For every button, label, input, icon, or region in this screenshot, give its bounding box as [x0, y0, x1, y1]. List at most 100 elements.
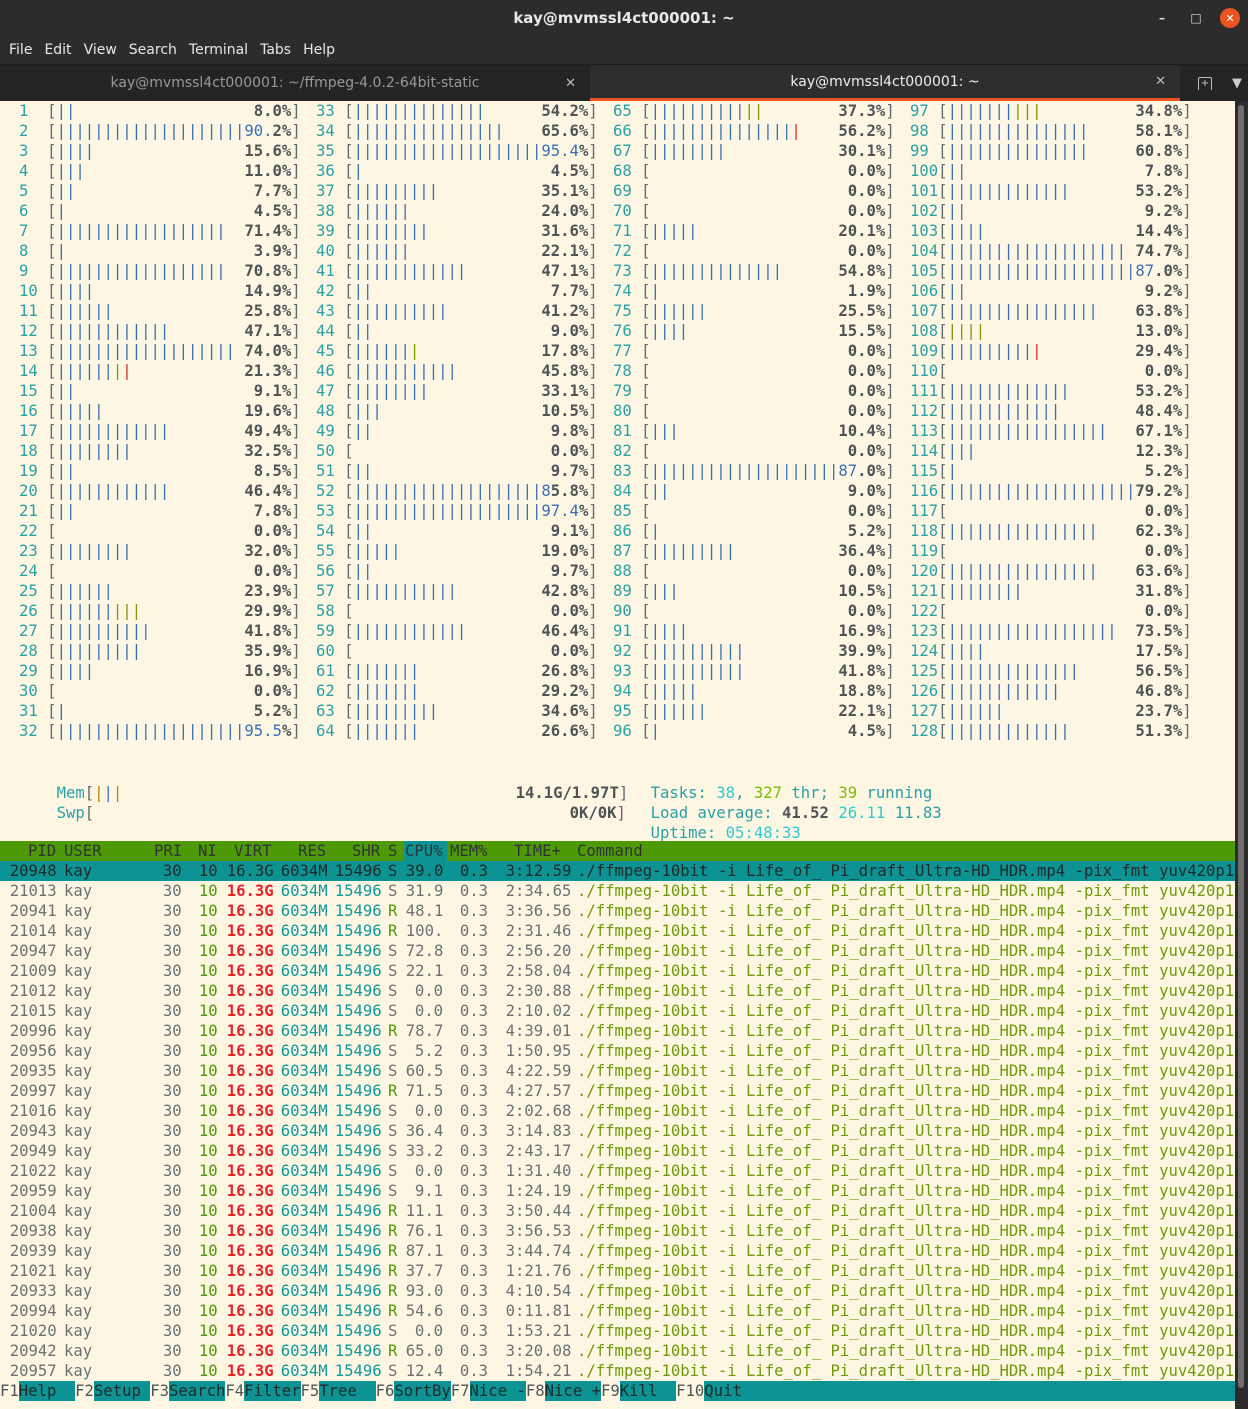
fkey-f5[interactable]: F5 [301, 1381, 320, 1401]
process-row[interactable]: 20938 kay 30 10 16.3G 6034M 15496 R 76.1 0.3 3:56.… [0, 1221, 1235, 1241]
process-row[interactable]: 21009 kay 30 10 16.3G 6034M 15496 S 22.1 0.3 2:58.… [0, 961, 1235, 981]
process-command: ./ffmpeg-10bit -i Life_of_ Pi_draft_Ultr… [577, 1042, 1235, 1060]
column-header-user[interactable]: USER [64, 841, 102, 861]
process-state: R [388, 902, 398, 920]
process-row[interactable]: 20943 kay 30 10 16.3G 6034M 15496 S 36.4 0.3 3:14.… [0, 1121, 1235, 1141]
fkey-f2-setup-button[interactable]: Setup [93, 1381, 151, 1401]
cpu-number: 97 [910, 102, 939, 120]
process-row[interactable]: 20941 kay 30 10 16.3G 6034M 15496 R 48.1 0.3 3:36.… [0, 901, 1235, 921]
menu-edit[interactable]: Edit [39, 42, 76, 58]
process-mem: 0.3 [459, 1282, 489, 1300]
menu-view[interactable]: View [79, 42, 122, 58]
fkey-f8[interactable]: F8 [526, 1381, 545, 1401]
process-row[interactable]: 20942 kay 30 10 16.3G 6034M 15496 R 65.0 0.3 3:20.… [0, 1341, 1235, 1361]
column-header-pid[interactable]: PID [28, 841, 56, 861]
close-icon[interactable]: ✕ [1220, 8, 1240, 28]
fkey-f1[interactable]: F1 [0, 1381, 19, 1401]
process-row[interactable]: 20935 kay 30 10 16.3G 6034M 15496 S 60.5 0.3 4:22.… [0, 1061, 1235, 1081]
process-row[interactable]: 21004 kay 30 10 16.3G 6034M 15496 R 11.1 0.3 3:50.… [0, 1201, 1235, 1221]
process-row[interactable]: 20994 kay 30 10 16.3G 6034M 15496 R 54.6 0.3 0:11.… [0, 1301, 1235, 1321]
fkey-f4-filter-button[interactable]: Filter [244, 1381, 301, 1401]
process-row[interactable]: 20956 kay 30 10 16.3G 6034M 15496 S 5.2 0.3 1:50.9… [0, 1041, 1235, 1061]
column-header-res[interactable]: RES [298, 841, 326, 861]
menu-terminal[interactable]: Terminal [184, 42, 253, 58]
fkey-f4[interactable]: F4 [225, 1381, 244, 1401]
process-row[interactable]: 21013 kay 30 10 16.3G 6034M 15496 S 31.9 0.3 2:34.… [0, 881, 1235, 901]
fkey-f10-quit-button[interactable]: Quit [704, 1381, 742, 1401]
process-virt: 16.3G [226, 882, 274, 900]
process-row[interactable]: 20947 kay 30 10 16.3G 6034M 15496 S 72.8 0.3 2:56.… [0, 941, 1235, 961]
fkey-f9[interactable]: F9 [601, 1381, 620, 1401]
process-time: 1:54.21 [505, 1362, 572, 1380]
fkey-f6-sortby-button[interactable]: SortBy [394, 1381, 451, 1401]
process-row[interactable]: 21014 kay 30 10 16.3G 6034M 15496 R 100. 0.3 2:31.… [0, 921, 1235, 941]
meter-bracket: [ [938, 342, 948, 360]
process-state: R [388, 1282, 398, 1300]
process-command: ./ffmpeg-10bit -i Life_of_ Pi_draft_Ultr… [577, 902, 1235, 920]
fkey-f10[interactable]: F10 [676, 1381, 704, 1401]
fkey-f1-help-button[interactable]: Help [18, 1381, 76, 1401]
meter-bracket: [ [641, 422, 651, 440]
column-header-pri[interactable]: PRI [154, 841, 182, 861]
cpu-usage-bar: ||||||| [353, 682, 420, 700]
fkey-f8-nice-button[interactable]: Nice + [544, 1381, 601, 1401]
process-ni: 10 [198, 1042, 218, 1060]
process-row[interactable]: 21016 kay 30 10 16.3G 6034M 15496 S 0.0 0.3 2:02.6… [0, 1101, 1235, 1121]
fkey-f9-kill-button[interactable]: Kill [619, 1381, 677, 1401]
column-header-ni[interactable]: NI [198, 841, 217, 861]
process-user: kay [64, 1342, 93, 1360]
cpu-percent: 9.2% [1144, 202, 1183, 220]
fkey-f7[interactable]: F7 [451, 1381, 470, 1401]
process-row[interactable]: 20949 kay 30 10 16.3G 6034M 15496 S 33.2 0.3 2:43.… [0, 1141, 1235, 1161]
tab-ffmpeg-dir[interactable]: kay@mvmssl4ct000001: ~/ffmpeg-4.0.2-64bi… [0, 65, 590, 101]
column-header-shr[interactable]: SHR [352, 841, 380, 861]
tab-label: kay@mvmssl4ct000001: ~ [790, 73, 980, 90]
process-row[interactable]: 21020 kay 30 10 16.3G 6034M 15496 S 0.0 0.3 1:53.2… [0, 1321, 1235, 1341]
process-row[interactable]: 20997 kay 30 10 16.3G 6034M 15496 R 71.5 0.3 4:27.… [0, 1081, 1235, 1101]
new-tab-icon[interactable]: + [1198, 76, 1212, 90]
process-row[interactable]: 20959 kay 30 10 16.3G 6034M 15496 S 9.1 0.3 1:24.1… [0, 1181, 1235, 1201]
tab-menu-chevron-down-icon[interactable]: ▼ [1232, 76, 1242, 91]
fkey-f5-tree-button[interactable]: Tree [319, 1381, 376, 1401]
maximize-icon[interactable]: □ [1186, 8, 1206, 28]
process-row[interactable]: 20939 kay 30 10 16.3G 6034M 15496 R 87.1 0.3 3:44.… [0, 1241, 1235, 1261]
process-res: 6034M [280, 1142, 328, 1160]
process-row[interactable]: 20948 kay 30 10 16.3G 6034M 15496 S 39.0 0.3 3:12.… [0, 861, 1235, 881]
process-row[interactable]: 21012 kay 30 10 16.3G 6034M 15496 S 0.0 0.3 2:30.8… [0, 981, 1235, 1001]
menu-file[interactable]: File [4, 42, 37, 58]
fkey-f3[interactable]: F3 [150, 1381, 169, 1401]
process-row[interactable]: 20996 kay 30 10 16.3G 6034M 15496 R 78.7 0.3 4:39.… [0, 1021, 1235, 1041]
tab-close-icon[interactable]: ✕ [1155, 74, 1166, 89]
column-header-cmd[interactable]: Command [577, 841, 643, 861]
process-pid: 20943 [9, 1122, 57, 1140]
process-shr: 15496 [334, 1182, 382, 1200]
cpu-number: 38 [316, 202, 345, 220]
process-row[interactable]: 20957 kay 30 10 16.3G 6034M 15496 S 12.4 0.3 1:54.… [0, 1361, 1235, 1381]
cpu-percent: 23.7% [1135, 702, 1183, 720]
menu-help[interactable]: Help [298, 42, 340, 58]
menu-search[interactable]: Search [124, 42, 182, 58]
process-row[interactable]: 21022 kay 30 10 16.3G 6034M 15496 S 0.0 0.3 1:31.4… [0, 1161, 1235, 1181]
scrollbar[interactable] [1235, 101, 1248, 1409]
fkey-f2[interactable]: F2 [75, 1381, 94, 1401]
process-row[interactable]: 21021 kay 30 10 16.3G 6034M 15496 R 37.7 0.3 1:21.… [0, 1261, 1235, 1281]
column-header-cpu[interactable]: CPU% [404, 841, 447, 861]
fkey-f7-nice-button[interactable]: Nice - [469, 1381, 526, 1401]
tab-close-icon[interactable]: ✕ [565, 76, 576, 91]
cpu-percent: 47.1% [244, 322, 292, 340]
process-row[interactable]: 20933 kay 30 10 16.3G 6034M 15496 R 93.0 0.3 4:10.… [0, 1281, 1235, 1301]
fkey-f6[interactable]: F6 [376, 1381, 395, 1401]
cpu-meter: 47 [|||||||| 33.1%] [316, 381, 598, 401]
fkey-f3-search-button[interactable]: Search [169, 1381, 226, 1401]
column-header-time[interactable]: TIME+ [514, 841, 561, 861]
menu-tabs[interactable]: Tabs [255, 42, 296, 58]
scrollbar-thumb[interactable] [1238, 105, 1244, 1388]
terminal-viewport[interactable]: 1 [|| 8.0%] 2 [||||||||||||||||||||90.2%]… [0, 101, 1235, 1409]
column-header-s[interactable]: S [388, 841, 397, 861]
tab-home[interactable]: kay@mvmssl4ct000001: ~ ✕ [590, 65, 1180, 101]
process-row[interactable]: 21015 kay 30 10 16.3G 6034M 15496 S 0.0 0.3 2:10.0… [0, 1001, 1235, 1021]
cpu-usage-bar: ||| [947, 442, 976, 460]
column-header-mem[interactable]: MEM% [450, 841, 488, 861]
minimize-icon[interactable]: – [1152, 8, 1172, 28]
column-header-virt[interactable]: VIRT [234, 841, 272, 861]
